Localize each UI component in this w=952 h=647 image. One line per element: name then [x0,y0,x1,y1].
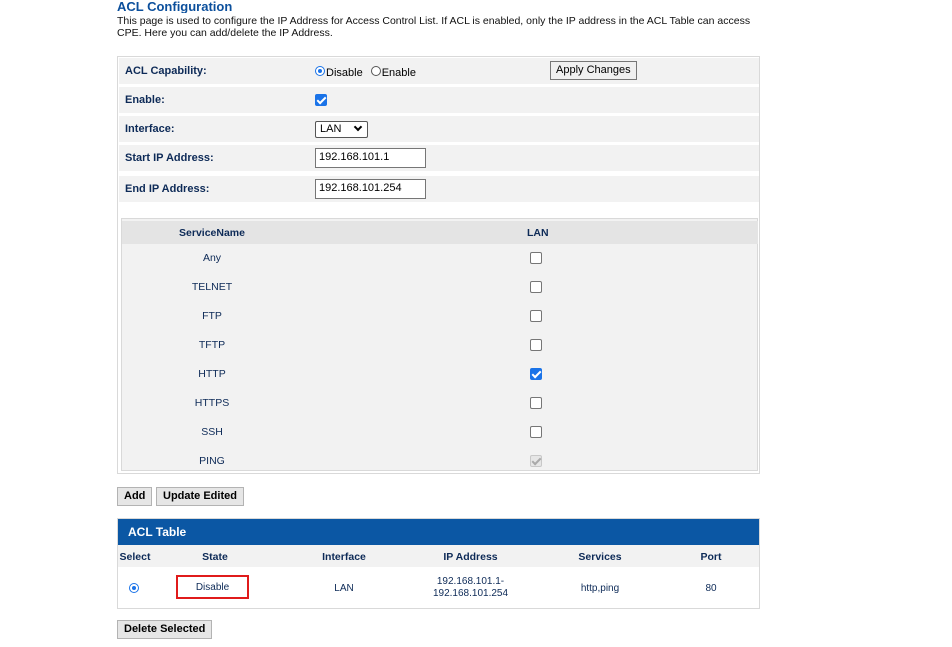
service-name: SSH [201,426,223,438]
interface-select-value: LAN [320,123,342,135]
col-select: Select [119,551,151,563]
end-ip-row: End IP Address: 192.168.101.254 [119,176,759,202]
service-name: HTTP [198,368,226,380]
acl-config-form: ACL Capability: Disable Enable Apply Cha… [117,56,760,474]
page-header: ACL Configuration This page is used to c… [117,0,762,39]
col-port: Port [700,551,722,563]
delete-selected-button[interactable]: Delete Selected [117,620,213,639]
interface-select[interactable]: LAN [315,120,368,138]
list-item: SSH [122,418,758,447]
ip-address-end: 192.168.101.254 [432,588,509,599]
service-lan-header: LAN [527,227,549,239]
end-ip-label: End IP Address: [125,183,210,195]
col-ip-address: IP Address [443,551,498,563]
acl-capability-row: ACL Capability: Disable Enable Apply Cha… [119,58,759,84]
col-services: Services [578,551,622,563]
service-name: PING [199,455,225,467]
col-interface: Interface [322,551,366,563]
capability-disable-label: Disable [326,67,363,79]
acl-capability-label: ACL Capability: [125,65,207,77]
service-lan-checkbox[interactable] [530,426,542,438]
list-item: HTTPS [122,389,758,418]
service-lan-checkbox [530,455,542,467]
interface-cell: LAN [334,583,354,594]
service-name: FTP [202,310,222,322]
page-title: ACL Configuration [117,0,233,13]
start-ip-row: Start IP Address: 192.168.101.1 [119,145,759,171]
service-lan-checkbox[interactable] [530,310,542,322]
interface-row: Interface: LAN [119,116,759,142]
apply-changes-button[interactable]: Apply Changes [550,61,637,80]
list-item: PING [122,447,758,476]
service-table-header: ServiceName LAN [122,221,758,244]
list-item: TELNET [122,273,758,302]
start-ip-label: Start IP Address: [125,152,214,164]
list-item: Any [122,244,758,273]
acl-table: ACL Table Select State Interface IP Addr… [117,518,760,609]
list-item: FTP [122,302,758,331]
port-cell: 80 [705,583,717,594]
capability-disable-radio[interactable] [315,66,325,76]
start-ip-input[interactable]: 192.168.101.1 [315,148,426,168]
row-select-radio[interactable] [129,583,139,593]
service-lan-checkbox[interactable] [530,397,542,409]
list-item: HTTP [122,360,758,389]
capability-enable-radio[interactable] [370,66,381,76]
service-name-header: ServiceName [179,227,245,239]
service-name: Any [202,252,222,264]
service-lan-checkbox[interactable] [530,252,542,264]
acl-table-header: Select State Interface IP Address Servic… [118,545,759,567]
end-ip-input[interactable]: 192.168.101.254 [315,179,426,199]
service-lan-checkbox[interactable] [530,281,542,293]
service-name: TELNET [191,281,233,293]
service-name: HTTPS [194,397,230,409]
col-state: State [202,551,228,563]
interface-label: Interface: [125,123,175,135]
service-lan-checkbox[interactable] [530,339,542,351]
list-item: TFTP [122,331,758,360]
capability-enable-label: Enable [381,67,416,79]
table-row: Disable LAN 192.168.101.1- 192.168.101.2… [118,567,759,608]
service-table: ServiceName LAN Any TELNET FTP TFTP HTTP HTTP… [121,218,758,471]
services-cell: http,ping [580,583,620,594]
state-cell: Disable [176,575,249,599]
service-name: TFTP [198,339,226,351]
enable-checkbox[interactable] [315,94,327,106]
update-edited-button[interactable]: Update Edited [156,487,244,506]
add-button[interactable]: Add [117,487,153,506]
acl-capability-options: Disable Enable [315,58,422,84]
acl-table-title: ACL Table [118,519,759,545]
state-value: Disable [195,581,230,593]
enable-row: Enable: [119,87,759,113]
ip-address-cell: 192.168.101.1- 192.168.101.254 [408,576,533,600]
ip-address-start: 192.168.101.1- [436,576,505,587]
enable-label: Enable: [125,94,165,106]
service-lan-checkbox[interactable] [530,368,542,380]
chevron-down-icon [353,122,363,132]
page-description: This page is used to configure the IP Ad… [117,15,751,39]
